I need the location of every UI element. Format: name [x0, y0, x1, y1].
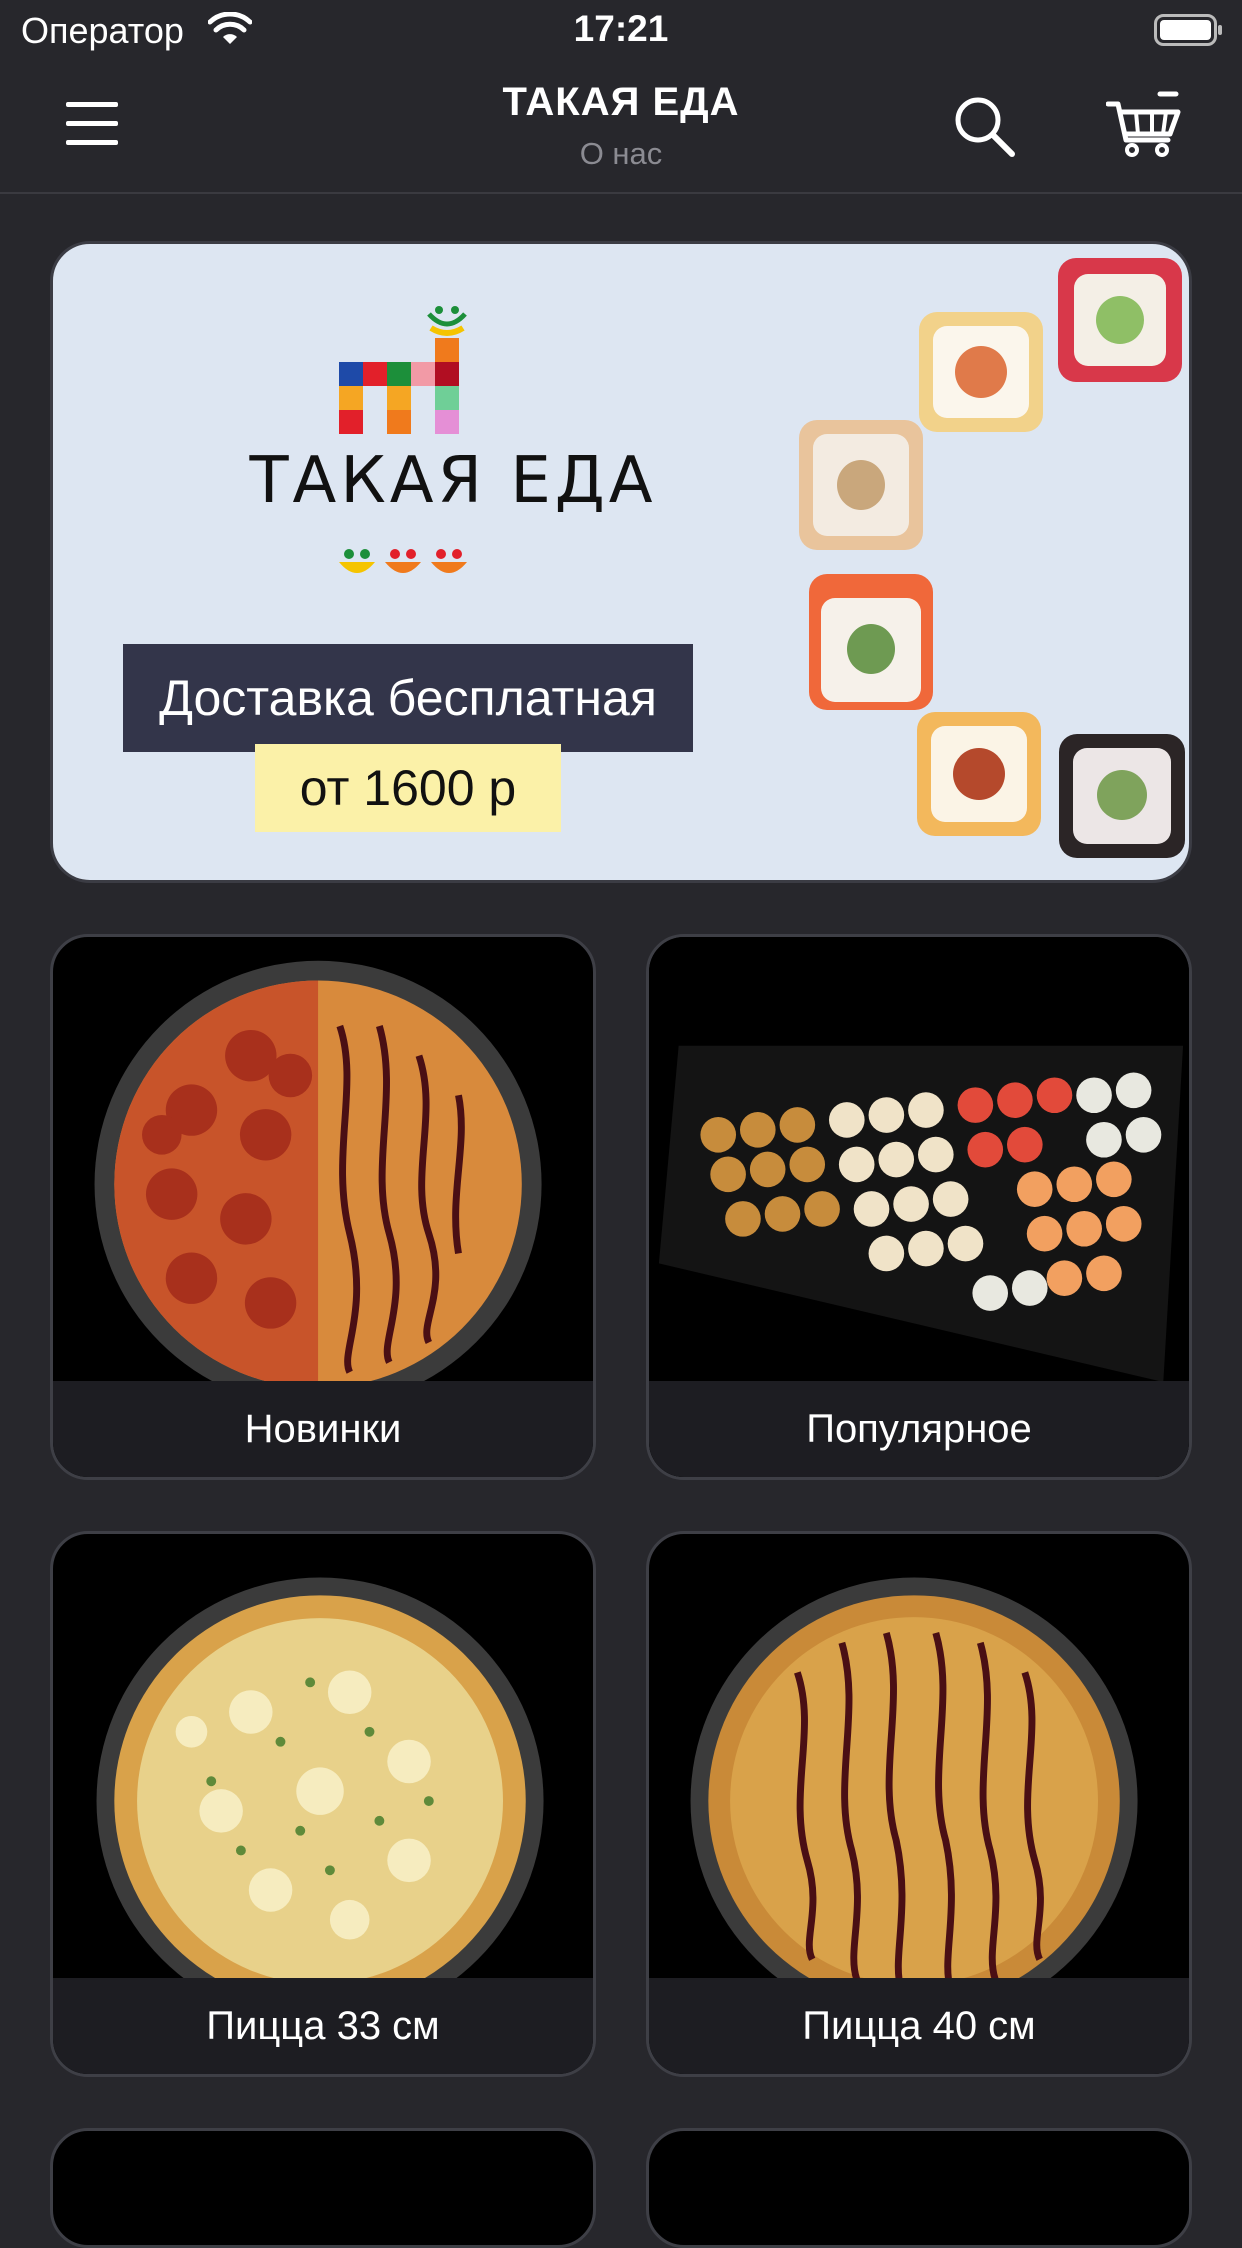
banner-brand-name: ТАКАЯ ЕДА: [249, 444, 657, 518]
category-card-new[interactable]: Новинки: [50, 934, 596, 1480]
promo-min-order: от 1600 р: [255, 744, 561, 832]
promo-banner[interactable]: ТАКАЯ ЕДА Доставка бесплатная от 1600 р: [50, 241, 1192, 883]
navigation-bar: ТАКАЯ ЕДА О нас: [0, 62, 1242, 194]
app-title: ТАКАЯ ЕДА: [502, 80, 740, 124]
search-icon[interactable]: [952, 94, 1016, 158]
status-time: 17:21: [573, 8, 669, 49]
category-label: Популярное: [649, 1381, 1189, 1477]
category-label: Пицца 40 см: [649, 1978, 1189, 2074]
category-card-partial[interactable]: [50, 2128, 596, 2248]
about-link[interactable]: О нас: [0, 136, 1242, 172]
category-card-partial[interactable]: [646, 2128, 1192, 2248]
category-card-popular[interactable]: Популярное: [646, 934, 1192, 1480]
status-bar: Оператор 17:21: [0, 0, 1242, 62]
category-card-pizza-40[interactable]: Пицца 40 см: [646, 1531, 1192, 2077]
category-label: Новинки: [53, 1381, 593, 1477]
category-label: Пицца 33 см: [53, 1978, 593, 2074]
category-card-pizza-33[interactable]: Пицца 33 см: [50, 1531, 596, 2077]
brand-logo: [339, 306, 467, 434]
cart-icon[interactable]: [1106, 90, 1182, 158]
promo-free-delivery: Доставка бесплатная: [123, 644, 693, 752]
battery-icon: [1154, 14, 1222, 46]
mascot-faces: [339, 549, 467, 573]
